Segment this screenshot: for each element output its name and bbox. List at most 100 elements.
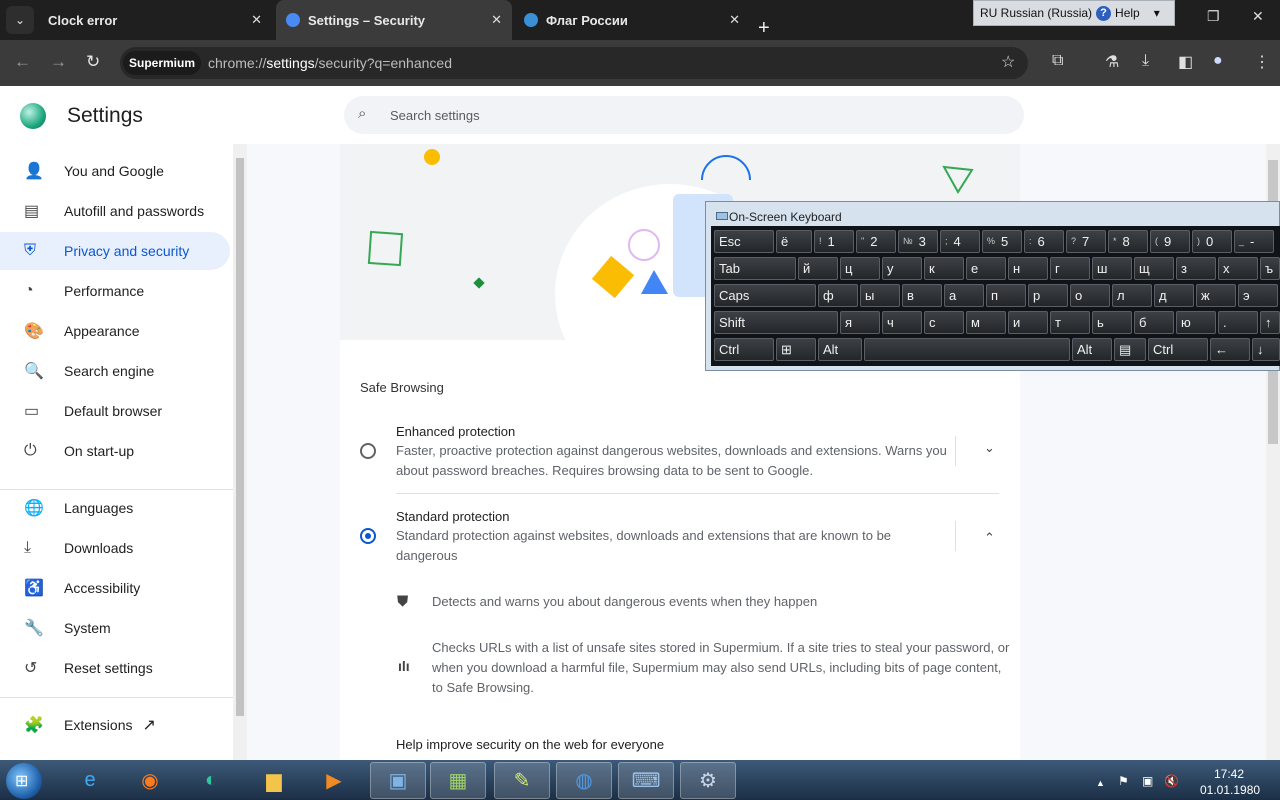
osk-key[interactable]: с — [924, 311, 964, 334]
sidebar-item-privacy[interactable]: ⛨ Privacy and security — [0, 232, 230, 270]
osk-key[interactable]: Tab — [714, 257, 796, 280]
ie-icon[interactable]: e — [62, 762, 118, 799]
clock[interactable]: 17:42 01.01.1980 — [1200, 766, 1260, 798]
sidebar-item-downloads[interactable]: ⤓ Downloads — [0, 529, 230, 567]
sidebar-item-search-engine[interactable]: 🔍 Search engine — [0, 352, 230, 390]
osk-key[interactable]: э — [1238, 284, 1278, 307]
control-panel-icon[interactable]: ▦ — [430, 762, 486, 799]
tab-settings-security[interactable]: Settings – Security ✕ — [276, 0, 512, 40]
osk-key[interactable]: ▤ — [1114, 338, 1146, 361]
tab-flag-russia[interactable]: Флаг России ✕ — [516, 0, 750, 40]
osk-key[interactable]: х — [1218, 257, 1258, 280]
sidebar-item-performance[interactable]: ◔ Performance — [0, 272, 230, 310]
sidebar-item-languages[interactable]: 🌐 Languages — [0, 489, 230, 527]
osk-key[interactable]: (9 — [1150, 230, 1190, 253]
osk-key[interactable]: д — [1154, 284, 1194, 307]
osk-key[interactable]: ф — [818, 284, 858, 307]
osk-key[interactable]: в — [902, 284, 942, 307]
standard-radio[interactable] — [360, 528, 376, 544]
osk-key[interactable]: № 3 — [898, 230, 938, 253]
restore-button[interactable]: ❐ — [1207, 8, 1220, 25]
action-center-icon[interactable]: ⚑ — [1118, 774, 1129, 788]
osk-key[interactable]: г — [1050, 257, 1090, 280]
osk-key[interactable]: % 5 — [982, 230, 1022, 253]
osk-key[interactable]: ? 7 — [1066, 230, 1106, 253]
osk-key[interactable]: у — [882, 257, 922, 280]
osk-key[interactable]: а — [944, 284, 984, 307]
osk-key[interactable]: р — [1028, 284, 1068, 307]
labs-icon[interactable]: ⚗ — [1105, 52, 1119, 72]
sidebar-item-accessibility[interactable]: ♿ Accessibility — [0, 569, 230, 607]
osk-key[interactable]: * 8 — [1108, 230, 1148, 253]
extensions-icon[interactable]: ⧉ — [1052, 52, 1063, 70]
osk-key[interactable]: ы — [860, 284, 900, 307]
osk-key[interactable]: ю — [1176, 311, 1216, 334]
search-box[interactable]: ⌕ — [344, 96, 1024, 134]
sidebar-item-you-and-google[interactable]: 👤 You and Google — [0, 152, 230, 190]
volume-muted-icon[interactable]: 🔇 — [1164, 774, 1179, 788]
options-icon[interactable]: ▾ — [1154, 6, 1160, 20]
sidebar-item-reset-settings[interactable]: ↺ Reset settings — [0, 649, 230, 687]
menu-icon[interactable]: ⋮ — [1254, 52, 1270, 72]
sidebar-item-appearance[interactable]: 🎨 Appearance — [0, 312, 230, 350]
graph-icon[interactable]: ✎ — [494, 762, 550, 799]
osk-key[interactable]: . — [1218, 311, 1258, 334]
firefox-icon[interactable]: ◉ — [122, 762, 178, 799]
osk-key[interactable]: л — [1112, 284, 1152, 307]
osk-key[interactable]: Alt — [818, 338, 862, 361]
settings-app-icon[interactable]: ⚙ — [680, 762, 736, 799]
osk-key[interactable]: о — [1070, 284, 1110, 307]
media-player-icon[interactable]: ▶ — [306, 762, 362, 799]
forward-button[interactable]: → — [50, 52, 67, 72]
tray-expand-icon[interactable]: ▲ — [1096, 778, 1105, 788]
keyboard-app-icon[interactable]: ⌨ — [618, 762, 674, 799]
osk-key[interactable]: Ctrl — [714, 338, 774, 361]
osk-key[interactable]: ← — [1210, 338, 1250, 361]
osk-key[interactable]: ъ — [1260, 257, 1280, 280]
osk-key[interactable]: Alt — [1072, 338, 1112, 361]
osk-key[interactable]: я — [840, 311, 880, 334]
osk-key[interactable]: ⊞ — [776, 338, 816, 361]
sidebar-item-default-browser[interactable]: ▭ Default browser — [0, 392, 230, 430]
osk-key[interactable]: ч — [882, 311, 922, 334]
osk-key[interactable]: н — [1008, 257, 1048, 280]
osk-key[interactable]: Caps — [714, 284, 816, 307]
profile-icon[interactable]: ● — [1213, 52, 1223, 70]
osk-key[interactable]: е — [966, 257, 1006, 280]
enhanced-radio[interactable] — [360, 443, 376, 459]
sidebar-item-system[interactable]: 🔧 System — [0, 609, 230, 647]
osk-key[interactable]: ! 1 — [814, 230, 854, 253]
osk-key[interactable]: Esc — [714, 230, 774, 253]
osk-key[interactable]: ↓ — [1252, 338, 1280, 361]
language-bar[interactable]: RU Russian (Russia) ? Help ▾ — [973, 0, 1175, 26]
close-window-button[interactable]: ✕ — [1252, 8, 1264, 25]
osk-key[interactable]: ш — [1092, 257, 1132, 280]
osk-key[interactable]: ж — [1196, 284, 1236, 307]
explorer-icon[interactable]: ▆ — [246, 762, 302, 799]
osk-key[interactable]: :6 — [1024, 230, 1064, 253]
sidebar-scrollbar-thumb[interactable] — [236, 158, 244, 716]
osk-key[interactable]: й — [798, 257, 838, 280]
osk-key[interactable]: ц — [840, 257, 880, 280]
osk-key[interactable]: б — [1134, 311, 1174, 334]
osk-key[interactable]: щ — [1134, 257, 1174, 280]
osk-key[interactable]: ) 0 — [1192, 230, 1232, 253]
side-panel-icon[interactable]: ◧ — [1178, 52, 1193, 72]
search-input[interactable] — [390, 104, 990, 126]
back-button[interactable]: ← — [14, 52, 31, 72]
reload-button[interactable]: ↻ — [86, 52, 100, 72]
osk-key[interactable]: ь — [1092, 311, 1132, 334]
language-label[interactable]: RU Russian (Russia) — [980, 6, 1092, 20]
sidebar-item-autofill[interactable]: ▤ Autofill and passwords — [0, 192, 230, 230]
network-icon[interactable]: ▣ — [1142, 774, 1153, 788]
osk-key[interactable]: ; 4 — [940, 230, 980, 253]
osk-key[interactable] — [864, 338, 1070, 361]
osk-key[interactable]: к — [924, 257, 964, 280]
osk-key[interactable]: _ - — [1234, 230, 1274, 253]
star-icon[interactable]: ☆ — [1001, 52, 1015, 72]
url-text[interactable]: chrome://settings/security?q=enhanced — [208, 55, 452, 71]
osk-key[interactable]: Shift — [714, 311, 838, 334]
osk-key[interactable]: ё — [776, 230, 812, 253]
help-label[interactable]: Help — [1115, 6, 1140, 20]
chevron-down-icon[interactable]: ⌄ — [984, 440, 995, 456]
